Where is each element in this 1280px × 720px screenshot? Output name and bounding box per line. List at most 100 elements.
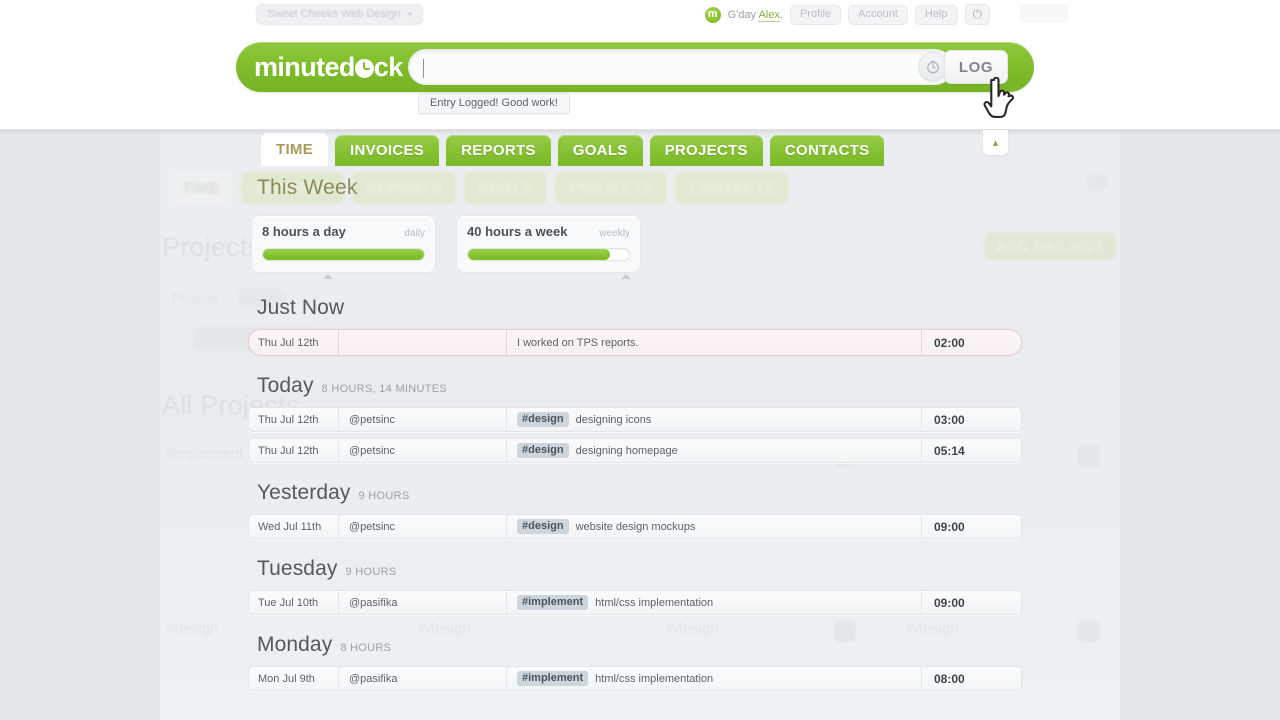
app-window: minutedock LOG TIME INVOICES REPORTS GOA… bbox=[0, 0, 1280, 720]
entry-row-list: Thu Jul 12th @petsinc #design designing ico… bbox=[248, 407, 1022, 463]
goal-header: 8 hours a day daily bbox=[262, 224, 425, 239]
table-row[interactable]: Thu Jul 12th @petsinc #design designing ico… bbox=[248, 407, 1022, 432]
goal-progress-fill bbox=[468, 249, 610, 260]
brand-text-end: ck bbox=[373, 52, 403, 82]
brand-logo: minuted ck bbox=[254, 52, 403, 82]
text-caret bbox=[423, 59, 424, 78]
entry-group-total: 8 HOURS bbox=[340, 642, 392, 654]
goal-label: 8 hours a day bbox=[262, 224, 346, 239]
entry-tag[interactable]: #design bbox=[517, 411, 569, 428]
entry-group-header: Monday 8 HOURS bbox=[257, 633, 1280, 657]
mouse-cursor bbox=[980, 72, 1024, 131]
entry-description-cell: I worked on TPS reports. bbox=[507, 330, 921, 355]
goal-marker-icon bbox=[322, 274, 333, 279]
entry-group: Just Now Thu Jul 12th I worked on TPS repo… bbox=[0, 296, 1280, 356]
entry-duration: 03:00 bbox=[921, 408, 1021, 431]
goal-label: 40 hours a week bbox=[467, 224, 568, 239]
entry-date: Mon Jul 9th bbox=[249, 667, 339, 690]
entry-description: html/css implementation bbox=[595, 672, 714, 685]
entry-description-cell: #design designing homepage bbox=[507, 439, 921, 462]
chevron-down-icon: ▾ bbox=[407, 10, 412, 19]
ghost-user-button bbox=[1020, 4, 1068, 23]
entry-date: Tue Jul 10th bbox=[249, 591, 339, 614]
entry-project: @petsinc bbox=[339, 439, 507, 462]
entry-row-list: Mon Jul 9th @pasifika #implement html/css i… bbox=[248, 666, 1022, 691]
entry-group-name: Yesterday bbox=[257, 481, 351, 504]
entry-group-header: Tuesday 9 HOURS bbox=[257, 557, 1280, 581]
entry-duration: 09:00 bbox=[921, 591, 1021, 614]
greeting-username[interactable]: Alex bbox=[758, 8, 780, 22]
entry-row-list: Tue Jul 10th @pasifika #implement html/css … bbox=[248, 590, 1022, 615]
tab-invoices[interactable]: INVOICES bbox=[335, 135, 440, 166]
ghost-tab-time: TIME bbox=[168, 172, 234, 204]
main-tab-strip: TIME INVOICES REPORTS GOALS PROJECTS CONTACTS bbox=[261, 133, 885, 166]
tab-projects[interactable]: PROJECTS bbox=[649, 135, 763, 166]
entry-description: website design mockups bbox=[575, 520, 696, 533]
status-toast: Entry Logged! Good work! bbox=[418, 93, 570, 114]
entry-group-header: Just Now bbox=[257, 296, 1280, 320]
table-row[interactable]: Wed Jul 11th @petsinc #design website desig… bbox=[248, 514, 1022, 539]
table-row[interactable]: Thu Jul 12th @petsinc #design designing hom… bbox=[248, 438, 1022, 463]
entry-description: html/css implementation bbox=[595, 596, 714, 609]
entry-date: Thu Jul 12th bbox=[249, 408, 339, 431]
entry-tag[interactable]: #implement bbox=[517, 670, 589, 687]
entry-group-total: 9 HOURS bbox=[345, 566, 397, 578]
goal-progress-track bbox=[262, 248, 425, 261]
entry-groups: Just Now Thu Jul 12th I worked on TPS repo… bbox=[0, 296, 1280, 709]
goal-card-daily[interactable]: 8 hours a day daily bbox=[251, 215, 436, 279]
table-row[interactable]: Tue Jul 10th @pasifika #implement html/css … bbox=[248, 590, 1022, 615]
entry-project: @petsinc bbox=[339, 408, 507, 431]
entry-tag[interactable]: #design bbox=[517, 518, 569, 535]
ghost-tab-reports: REPORTS bbox=[352, 172, 456, 204]
goal-progress-track bbox=[467, 248, 630, 261]
org-selector[interactable]: Sweet Cheeks Web Design ▾ bbox=[256, 4, 423, 25]
entry-group-header: Yesterday 9 HOURS bbox=[257, 481, 1280, 505]
collapse-panel-button[interactable]: ▴ bbox=[983, 130, 1008, 155]
entry-input[interactable] bbox=[409, 50, 918, 84]
entry-row-list: Wed Jul 11th @petsinc #design website desig… bbox=[248, 514, 1022, 539]
entry-group-total: 8 HOURS, 14 MINUTES bbox=[321, 383, 448, 395]
goal-marker-icon bbox=[621, 274, 632, 279]
entry-group-total: 9 HOURS bbox=[358, 490, 410, 502]
ghost-tab-projects: PROJECTS bbox=[554, 172, 668, 204]
goal-card-weekly[interactable]: 40 hours a week weekly bbox=[456, 215, 641, 279]
account-button[interactable]: Account bbox=[848, 4, 908, 25]
entry-group: Yesterday 9 HOURS Wed Jul 11th @petsinc #des… bbox=[0, 481, 1280, 539]
entry-duration: 09:00 bbox=[921, 515, 1021, 538]
entry-group-name: Today bbox=[257, 374, 314, 397]
profile-button[interactable]: Profile bbox=[789, 4, 842, 25]
entry-tag[interactable]: #design bbox=[517, 442, 569, 459]
logout-power-icon[interactable]: ⏻ bbox=[964, 4, 990, 25]
entry-group-name: Just Now bbox=[257, 296, 345, 319]
tab-goals[interactable]: GOALS bbox=[557, 135, 643, 166]
entry-date: Wed Jul 11th bbox=[249, 515, 339, 538]
minutedock-avatar-icon: m bbox=[704, 6, 721, 23]
entry-description-cell: #implement html/css implementation bbox=[507, 667, 921, 690]
tab-contacts[interactable]: CONTACTS bbox=[769, 135, 885, 166]
user-bar: m G'day Alex. Profile Account Help ⏻ bbox=[704, 4, 990, 25]
entry-duration: 02:00 bbox=[921, 330, 1021, 355]
entry-project bbox=[339, 330, 507, 355]
entry-description: designing icons bbox=[575, 413, 652, 426]
greeting-prefix: G'day bbox=[727, 8, 759, 21]
entry-input-wrapper[interactable] bbox=[408, 49, 953, 85]
tab-reports[interactable]: REPORTS bbox=[446, 135, 551, 166]
greeting: G'day Alex. bbox=[727, 8, 783, 22]
entry-project: @pasifika bbox=[339, 667, 507, 690]
entry-group-name: Monday bbox=[257, 633, 333, 656]
entry-tag[interactable]: #implement bbox=[517, 594, 589, 611]
goal-period: daily bbox=[404, 228, 425, 239]
page-title: This Week bbox=[257, 176, 358, 199]
entry-description-cell: #implement html/css implementation bbox=[507, 591, 921, 614]
app-header: Sweet Cheeks Web Design ▾ m G'day Alex. … bbox=[0, 0, 1280, 130]
ghost-tab-contacts: CONTACTS bbox=[675, 172, 789, 204]
table-row[interactable]: Thu Jul 12th I worked on TPS reports. 02:0… bbox=[248, 329, 1022, 356]
goal-header: 40 hours a week weekly bbox=[467, 224, 630, 239]
log-entry-bar: minuted ck LOG bbox=[236, 42, 1034, 92]
help-button[interactable]: Help bbox=[914, 4, 958, 25]
table-row[interactable]: Mon Jul 9th @pasifika #implement html/css i… bbox=[248, 666, 1022, 691]
ghost-collapse-button bbox=[1086, 174, 1108, 190]
entry-description: designing homepage bbox=[575, 444, 678, 457]
entry-duration: 08:00 bbox=[921, 667, 1021, 690]
tab-time[interactable]: TIME bbox=[261, 133, 329, 166]
